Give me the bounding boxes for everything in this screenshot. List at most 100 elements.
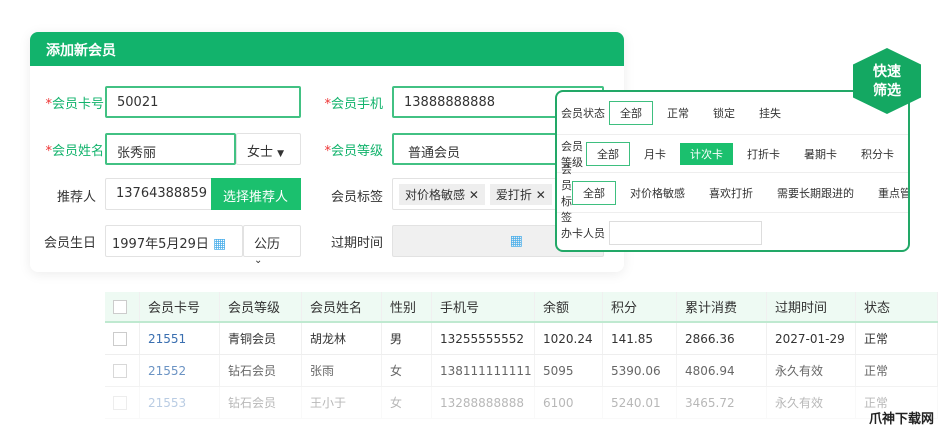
birthday-value: 1997年5月29日 [112, 237, 209, 252]
table-cell: 5390.06 [611, 363, 661, 378]
column-header: 会员卡号 [148, 301, 201, 316]
filter-label: 会员状态 [561, 107, 605, 120]
table-cell: 5095 [543, 363, 574, 378]
table-cell[interactable]: 21551 [148, 332, 186, 346]
calendar-type-select[interactable]: 公历 ⌄ [243, 225, 301, 266]
cell: 4806.94 [677, 355, 767, 386]
birthday-label: 会员生日 [43, 236, 96, 251]
filter-option[interactable]: 打折卡 [737, 143, 790, 165]
cell: 13288888888 [432, 387, 535, 418]
member-table: 会员卡号 会员等级 会员姓名 性别 手机号 余额 积分 累计消费 过期时间 状态 21551 青铜会员… [105, 292, 938, 419]
filter-option[interactable]: 全部 [609, 101, 653, 125]
table-cell: 141.85 [611, 331, 653, 346]
cell: 状态 [856, 292, 938, 321]
name-input[interactable]: 张秀丽 [105, 133, 236, 165]
row-checkbox[interactable] [113, 395, 127, 410]
staff-input[interactable] [609, 220, 762, 245]
table-cell: 永久有效 [775, 396, 824, 410]
cell: 女 [382, 387, 432, 418]
filter-option[interactable]: 计次卡 [680, 142, 733, 165]
table-cell[interactable]: 21553 [148, 396, 186, 410]
cell: 女 [382, 355, 432, 386]
cell: 会员姓名 [302, 292, 382, 321]
tag-chip: 对价格敏感 ✕ [399, 184, 485, 205]
table-cell: 女 [390, 396, 403, 410]
remove-tag-icon[interactable]: ✕ [536, 188, 546, 202]
table-cell: 2866.36 [685, 331, 735, 346]
caret-down-icon: ▼ [277, 149, 285, 159]
filter-option[interactable]: 喜欢打折 [699, 182, 763, 204]
calendar-icon[interactable]: ▦ [213, 236, 226, 252]
table-cell: 6100 [543, 395, 574, 410]
cell: 6100 [535, 387, 603, 418]
filter-option[interactable]: 月卡 [634, 143, 676, 165]
cell: 正常 [856, 323, 938, 354]
birthday-input[interactable]: 1997年5月29日 ▦ [105, 225, 243, 257]
table-row: 21553 钻石会员 王小于 女 13288888888 6100 5240.01 3465.… [105, 387, 938, 419]
table-cell: 5240.01 [611, 395, 661, 410]
table-cell: 王小于 [310, 396, 347, 410]
cell: 5240.01 [603, 387, 677, 418]
table-cell: 钻石会员 [228, 396, 277, 410]
table-row: 21552 钻石会员 张雨 女 138111111111 5095 5390.06 4806.… [105, 355, 938, 387]
column-header: 会员姓名 [310, 301, 363, 316]
table-cell: 正常 [864, 332, 889, 346]
filter-option[interactable]: 全部 [586, 141, 630, 166]
table-cell: 青铜会员 [228, 332, 277, 346]
filter-row-tags: 会员标签 全部 对价格敏感 喜欢打折 需要长期跟进的 重点管 [557, 163, 908, 224]
filter-option[interactable]: 需要长期跟进的 [767, 182, 864, 204]
table-cell: 男 [390, 332, 403, 346]
row-checkbox-cell [105, 355, 140, 386]
cell: 5390.06 [603, 355, 677, 386]
cell: 手机号 [432, 292, 535, 321]
tags-label: 会员标签 [330, 190, 383, 205]
filter-option[interactable]: 重点管 [868, 182, 908, 204]
filter-label: 办卡人员 [561, 226, 605, 240]
row-checkbox-cell [105, 292, 140, 321]
column-header: 性别 [390, 301, 417, 316]
table-cell: 永久有效 [775, 364, 824, 378]
referrer-input[interactable]: 13764388859 [105, 178, 213, 210]
filter-option[interactable]: 锁定 [703, 102, 745, 124]
table-cell: 张雨 [310, 364, 335, 378]
table-cell: 1020.24 [543, 331, 593, 346]
table-cell: 2027-01-29 [775, 331, 845, 346]
row-checkbox-cell [105, 323, 140, 354]
column-header: 会员等级 [228, 301, 281, 316]
cell: 过期时间 [767, 292, 856, 321]
select-referrer-button[interactable]: 选择推荐人 [211, 178, 301, 210]
watermark: 爪神下载网 [868, 412, 934, 427]
cell: 张雨 [302, 355, 382, 386]
cell: 21553 [140, 387, 220, 418]
gender-select[interactable]: 女士 ▼ [236, 133, 301, 165]
filter-option[interactable]: 全部 [572, 180, 616, 205]
row-checkbox[interactable] [113, 363, 127, 378]
card-number-input[interactable]: 50021 [105, 86, 301, 118]
table-cell: 正常 [864, 364, 889, 378]
tag-chip: 爱打折 ✕ [489, 184, 552, 205]
filter-option[interactable]: 暑期卡 [794, 143, 847, 165]
table-cell[interactable]: 21552 [148, 364, 186, 378]
cell: 性别 [382, 292, 432, 321]
cell: 会员等级 [220, 292, 302, 321]
filter-option[interactable]: 挂失 [749, 102, 791, 124]
filter-option[interactable]: 正常 [657, 102, 699, 124]
badge-text: 快速 [873, 64, 901, 80]
filter-option[interactable]: 对价格敏感 [620, 182, 695, 204]
gender-value: 女士 [247, 145, 274, 160]
filter-option[interactable]: 积分卡 [851, 143, 904, 165]
column-header: 状态 [864, 301, 891, 316]
cell: 141.85 [603, 323, 677, 354]
card-number-label: 会员卡号 [38, 93, 104, 112]
row-checkbox[interactable] [113, 331, 127, 346]
name-label: 会员姓名 [38, 140, 104, 159]
row-checkbox[interactable] [113, 299, 127, 314]
cell: 21552 [140, 355, 220, 386]
add-member-card: 添加新会员 会员卡号 50021 会员手机 13888888888 会员姓名 张… [30, 32, 624, 272]
calendar-icon[interactable]: ▦ [510, 233, 523, 249]
level-label: 会员等级 [317, 140, 383, 159]
cell: 21551 [140, 323, 220, 354]
cell: 5095 [535, 355, 603, 386]
cell: 青铜会员 [220, 323, 302, 354]
remove-tag-icon[interactable]: ✕ [469, 188, 479, 202]
